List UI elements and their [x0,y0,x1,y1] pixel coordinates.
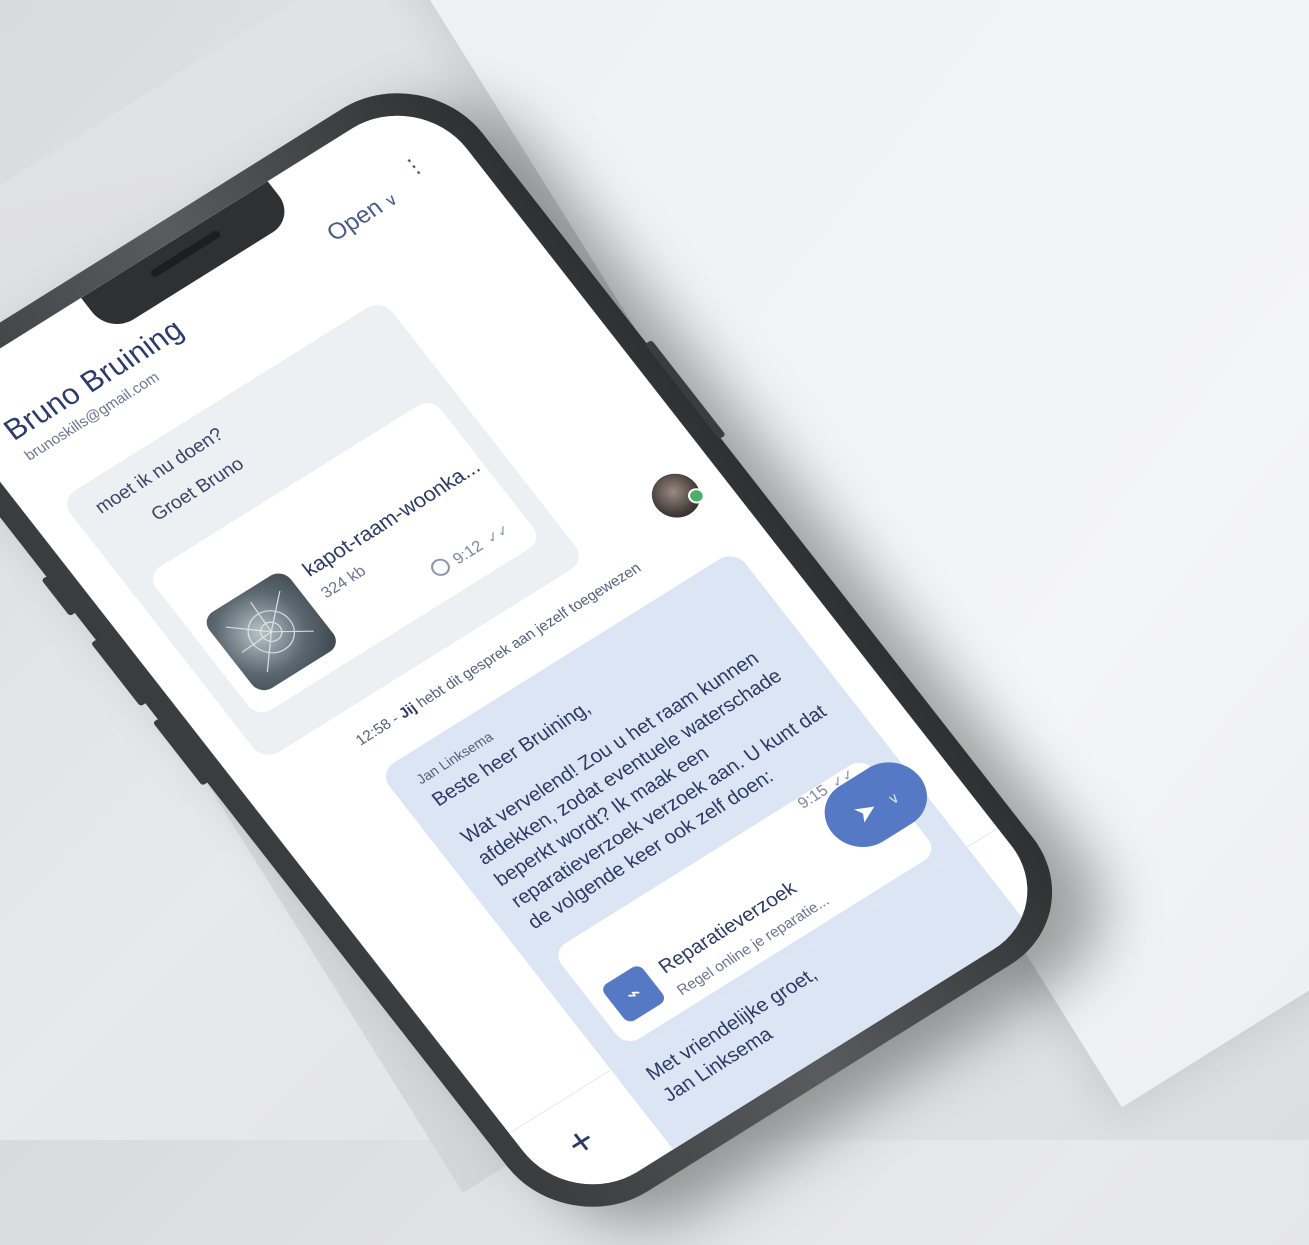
time-text: 9:12 [449,537,487,568]
more-options-icon[interactable]: ⋮ [396,150,430,181]
add-attachment-button[interactable]: + [558,1118,606,1166]
chevron-down-icon[interactable]: ∨ [884,789,903,807]
send-icon: ➤ [847,793,885,829]
avatar[interactable] [642,465,710,527]
clock-icon [427,555,455,580]
system-message-time: 12:58 - [352,708,407,750]
online-indicator [684,485,709,507]
broken-glass-icon [225,590,314,673]
read-receipt-icon: ✓✓ [483,521,513,547]
message-timestamp: 9:12✓✓ [427,519,514,582]
hairdryer-icon: ⌁ [599,963,668,1025]
